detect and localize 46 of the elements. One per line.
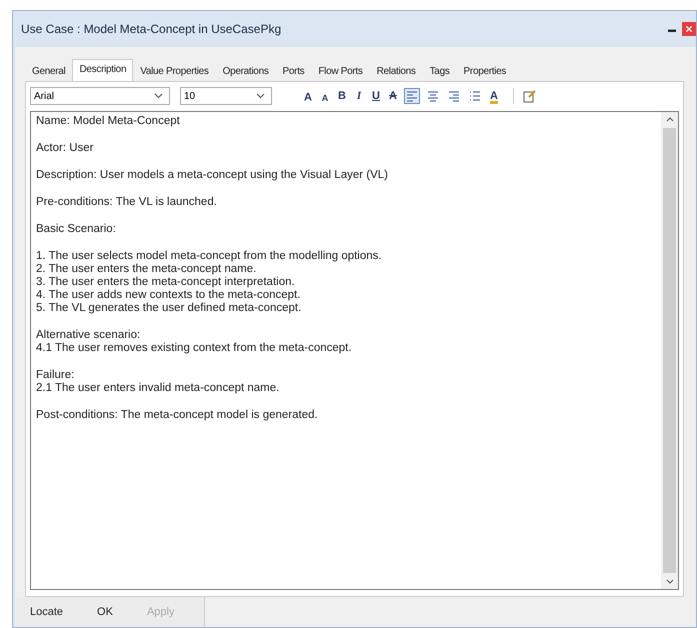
text-line: 2.1 The user enters invalid meta-concept name.	[36, 382, 280, 395]
tab[interactable]: Relations	[370, 61, 423, 81]
chevron-icon	[256, 93, 265, 99]
close-button[interactable]: ×	[682, 22, 696, 36]
text-line: Failure:	[36, 369, 76, 382]
font-color-button[interactable]: A	[488, 90, 500, 102]
scrollbar[interactable]	[661, 112, 678, 589]
dialog-button[interactable]: Locate	[30, 606, 64, 618]
font-size-dropdown[interactable]: 10	[180, 87, 272, 105]
bold-button[interactable]: B	[336, 90, 348, 102]
underline-button[interactable]: U	[370, 90, 382, 102]
text-line: Post-conditions: The meta-concept model is generated.	[36, 409, 319, 422]
text-line: 2. The user enters the meta-concept name.	[36, 263, 258, 276]
italic-button[interactable]: I	[353, 90, 365, 102]
scroll-down-icon[interactable]	[666, 579, 674, 584]
tab[interactable]: Tags	[422, 61, 457, 81]
tab[interactable]: Value Properties	[133, 61, 216, 81]
tab[interactable]: Description	[72, 59, 134, 81]
tab[interactable]: General	[25, 61, 72, 81]
shrink-button[interactable]: A	[319, 90, 331, 102]
description-text-area[interactable]	[30, 111, 679, 590]
text-line: 3. The user enters the meta-concept interpretation.	[36, 276, 296, 289]
tab[interactable]: Flow Ports	[311, 61, 370, 81]
text-line: 1. The user selects model meta-concept from the modelling options.	[36, 250, 383, 263]
edit-note-icon[interactable]	[523, 89, 537, 103]
text-line: Actor: User	[36, 142, 95, 155]
text-line: Name: Model Meta-Concept	[36, 115, 181, 128]
tab[interactable]: Ports	[276, 61, 312, 81]
text-line: Alternative scenario:	[36, 329, 142, 342]
scroll-up-icon[interactable]	[666, 117, 674, 122]
dialog-button[interactable]: OK	[97, 606, 113, 618]
text-line: Pre-conditions: The VL is launched.	[36, 196, 218, 209]
strike-button[interactable]: A	[387, 90, 399, 102]
window-title: Use Case : Model Meta-Concept in UseCasePkg	[21, 22, 282, 36]
text-line: 4.1 The user removes existing context from the meta-concept.	[36, 342, 353, 355]
text-line: Basic Scenario:	[36, 223, 117, 236]
font-dropdown[interactable]: Arial	[30, 87, 170, 105]
chevron-icon	[154, 93, 163, 99]
text-line: 4. The user adds new contexts to the meta-concept.	[36, 289, 302, 302]
tab[interactable]: Operations	[216, 61, 276, 81]
text-line: Description: User models a meta-concept using the Visual Layer (VL)	[36, 169, 389, 182]
tab[interactable]: Properties	[456, 61, 514, 81]
align-left-button[interactable]	[404, 88, 420, 104]
minimize-button[interactable]: ▬	[668, 24, 676, 34]
grow-button[interactable]: A	[302, 88, 314, 104]
text-line: 5. The VL generates the user defined meta-concept.	[36, 302, 302, 315]
